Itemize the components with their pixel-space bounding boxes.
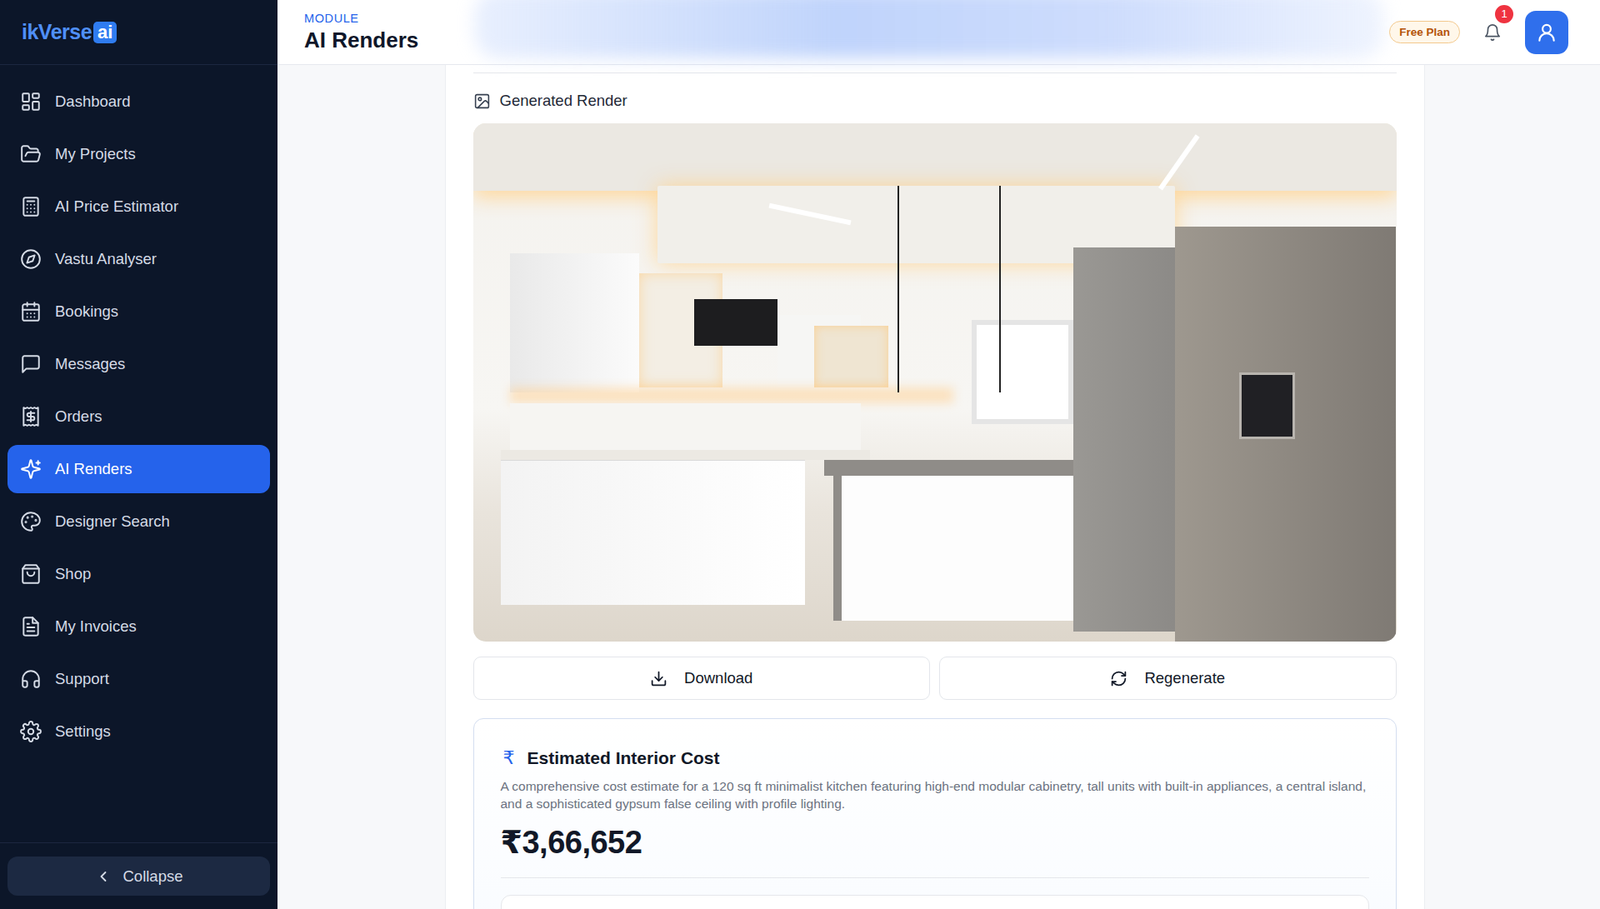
download-button[interactable]: Download xyxy=(473,656,931,700)
button-label: Download xyxy=(684,669,753,688)
cost-header: ₹ Estimated Interior Cost xyxy=(500,747,1370,770)
sidebar-item[interactable]: AI Renders xyxy=(7,445,270,494)
sidebar-item-label: Settings xyxy=(55,722,111,741)
sidebar-item-label: My Invoices xyxy=(55,617,137,636)
sidebar-item-label: Dashboard xyxy=(55,92,131,111)
main-area: MODULE AI Renders Free Plan 1 Generated Rend… xyxy=(277,0,1600,909)
render-shape xyxy=(897,185,909,394)
header-glow xyxy=(474,0,1385,59)
collapse-button[interactable]: Collapse xyxy=(7,856,270,896)
render-shape xyxy=(999,185,1010,394)
cost-description: A comprehensive cost estimate for a 120 … xyxy=(500,777,1370,813)
sidebar-item[interactable]: Shop xyxy=(7,550,270,599)
logo-text: ikVerse xyxy=(21,20,92,45)
divider xyxy=(473,72,1397,74)
refresh-icon xyxy=(1110,670,1128,688)
calendar-icon xyxy=(20,300,42,323)
sidebar-item[interactable]: My Projects xyxy=(7,130,270,179)
render-shape xyxy=(694,299,778,346)
chevron-left-icon xyxy=(95,868,112,885)
plan-badge[interactable]: Free Plan xyxy=(1389,20,1460,44)
sparkles-icon xyxy=(20,458,42,480)
module-label: MODULE xyxy=(304,11,419,25)
sidebar-item[interactable]: Bookings xyxy=(7,287,270,336)
sidebar-item[interactable]: Messages xyxy=(7,340,270,389)
sidebar-item-label: Messages xyxy=(55,355,125,374)
dashboard-icon xyxy=(20,90,42,113)
render-shape xyxy=(824,460,1092,476)
sidebar-item-label: Bookings xyxy=(55,302,119,321)
cost-card: ₹ Estimated Interior Cost A comprehensive … xyxy=(473,718,1397,909)
shopping-bag-icon xyxy=(20,563,42,585)
compass-icon xyxy=(20,248,42,270)
logo[interactable]: ikVerseai xyxy=(0,0,278,65)
render-shape xyxy=(971,320,1074,424)
sidebar-item[interactable]: Designer Search xyxy=(7,497,270,546)
notification-count: 1 xyxy=(1493,3,1515,25)
collapse-label: Collapse xyxy=(123,867,184,886)
regenerate-button[interactable]: Regenerate xyxy=(939,656,1397,700)
render-shape xyxy=(500,450,870,460)
user-icon xyxy=(1535,21,1558,44)
render-shape xyxy=(500,460,806,605)
sidebar-item[interactable]: Support xyxy=(7,655,270,704)
render-image xyxy=(473,123,1397,642)
gear-icon xyxy=(20,720,42,743)
image-icon xyxy=(473,92,491,110)
render-heading: Generated Render xyxy=(473,73,1397,112)
sidebar-item[interactable]: AI Price Estimator xyxy=(7,182,270,231)
sidebar-item-label: AI Price Estimator xyxy=(55,197,179,216)
sidebar-item[interactable]: My Invoices xyxy=(7,602,270,651)
render-shape xyxy=(510,253,640,394)
logo-badge: ai xyxy=(93,21,117,44)
page-heading: MODULE AI Renders xyxy=(304,11,419,54)
render-shape xyxy=(1239,372,1295,440)
button-label: Regenerate xyxy=(1144,669,1225,688)
sidebar-item-label: Support xyxy=(55,670,110,689)
sidebar-item-label: Orders xyxy=(55,407,103,426)
rupee-icon: ₹ xyxy=(500,747,518,770)
receipt-icon xyxy=(20,405,42,428)
message-icon xyxy=(20,353,42,375)
cost-title: Estimated Interior Cost xyxy=(527,748,720,769)
sidebar-item[interactable]: Dashboard xyxy=(7,77,270,126)
content-area: Generated Render Download Regenerate ₹ Estim… xyxy=(277,65,1600,909)
render-panel: Generated Render Download Regenerate ₹ Estim… xyxy=(445,65,1425,909)
page-title: AI Renders xyxy=(304,27,419,54)
notifications-button[interactable]: 1 xyxy=(1480,20,1505,45)
divider xyxy=(500,877,1370,879)
sidebar-nav: Dashboard My Projects AI Price Estimator Va… xyxy=(0,65,278,843)
sidebar-item[interactable]: Vastu Analyser xyxy=(7,235,270,284)
sidebar: ikVerseai Dashboard My Projects AI Price Es… xyxy=(0,0,278,909)
render-shape xyxy=(510,387,954,404)
sidebar-item[interactable]: Orders xyxy=(7,392,270,441)
sidebar-item-label: AI Renders xyxy=(55,460,133,479)
folder-icon xyxy=(20,143,42,165)
render-shape xyxy=(1073,247,1175,631)
sidebar-item[interactable]: Settings xyxy=(7,707,270,756)
sidebar-item-label: My Projects xyxy=(55,145,136,164)
sidebar-item-label: Shop xyxy=(55,565,91,584)
download-icon xyxy=(650,670,668,688)
sidebar-item-label: Vastu Analyser xyxy=(55,250,157,269)
calculator-icon xyxy=(20,195,42,218)
collapse-area: Collapse xyxy=(0,842,278,909)
palette-icon xyxy=(20,510,42,533)
top-bar: MODULE AI Renders Free Plan 1 xyxy=(277,0,1600,65)
file-icon xyxy=(20,615,42,638)
render-shape xyxy=(814,325,889,389)
sidebar-item-label: Designer Search xyxy=(55,512,170,531)
profile-button[interactable] xyxy=(1525,10,1569,55)
render-shape xyxy=(510,403,861,450)
cost-breakdown xyxy=(500,895,1370,909)
render-actions: Download Regenerate xyxy=(473,656,1397,700)
headphones-icon xyxy=(20,668,42,690)
cost-amount: ₹3,66,652 xyxy=(500,824,1370,861)
render-title: Generated Render xyxy=(500,91,628,110)
render-shape xyxy=(473,123,1397,191)
render-shape xyxy=(833,475,1083,621)
header-actions: Free Plan 1 xyxy=(1389,10,1569,55)
bell-icon xyxy=(1483,23,1502,42)
